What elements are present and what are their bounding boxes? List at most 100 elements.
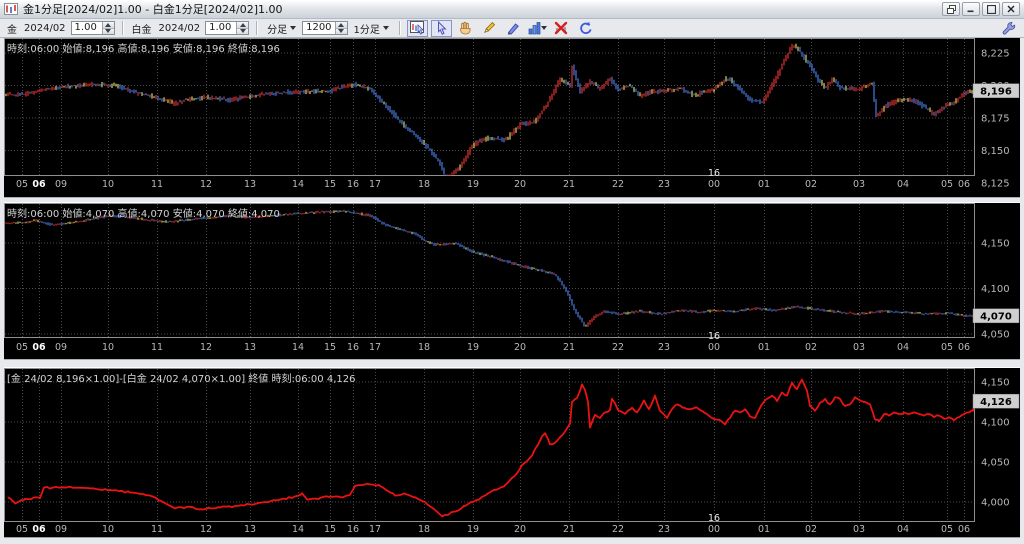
svg-text:06: 06 (32, 524, 46, 535)
gold-multiplier-spinner[interactable]: 1.00 (71, 21, 115, 35)
svg-text:8,125: 8,125 (981, 179, 1010, 190)
down-arrow-icon (240, 29, 246, 33)
period-value: 1分足 (354, 21, 380, 36)
bar-chart-menu-button[interactable] (527, 20, 548, 37)
app-icon (4, 3, 18, 15)
platinum-chart-panel[interactable]: 時刻:06:00 始値:4,070 高値:4,070 安値:4,070 終値:4… (4, 203, 1020, 359)
svg-text:4,100: 4,100 (981, 284, 1010, 295)
svg-text:03: 03 (853, 179, 865, 190)
down-arrow-icon (105, 29, 111, 33)
svg-text:04: 04 (897, 524, 909, 535)
toolbar-separator (256, 21, 257, 35)
svg-text:16: 16 (347, 342, 359, 353)
maximize-button[interactable] (982, 2, 1000, 16)
spinner-arrows[interactable] (335, 22, 347, 34)
marker-pen-button[interactable] (503, 20, 524, 37)
svg-text:23: 23 (658, 342, 670, 353)
svg-text:14: 14 (292, 179, 304, 190)
refresh-button[interactable] (575, 20, 596, 37)
chevron-down-icon (290, 26, 296, 30)
spin-down-button[interactable] (237, 28, 248, 35)
select-arrow-button[interactable] (431, 20, 452, 37)
bar-count-value[interactable]: 1200 (303, 22, 334, 34)
spinner-arrows[interactable] (236, 22, 248, 34)
svg-text:4,100: 4,100 (981, 418, 1010, 429)
interval-type-dropdown[interactable]: 分足 (264, 20, 299, 37)
svg-text:14: 14 (292, 524, 304, 535)
minimize-button[interactable] (962, 2, 980, 16)
svg-text:09: 09 (55, 342, 67, 353)
svg-text:18: 18 (418, 179, 430, 190)
svg-text:15: 15 (324, 342, 336, 353)
svg-text:21: 21 (563, 342, 575, 353)
chart-cursor-button[interactable] (407, 20, 428, 37)
platinum-label: 白金 (130, 21, 154, 36)
settings-wrench-icon (1001, 21, 1016, 36)
gold-chart-panel[interactable]: 時刻:06:00 始値:8,196 高値:8,196 安値:8,196 終値:8… (4, 38, 1020, 197)
new-window-button[interactable] (942, 2, 960, 16)
up-arrow-icon (105, 23, 111, 27)
platinum-multiplier-spinner[interactable]: 1.00 (205, 21, 249, 35)
spin-down-button[interactable] (103, 28, 114, 35)
toolbar: 金 2024/02 1.00 白金 2024/02 1.00 分足 1200 1… (0, 19, 1024, 38)
svg-text:13: 13 (244, 342, 256, 353)
svg-text:19: 19 (467, 342, 479, 353)
gold-multiplier-value[interactable]: 1.00 (72, 22, 102, 34)
svg-text:02: 02 (805, 179, 817, 190)
pencil-icon (482, 21, 496, 35)
svg-text:00: 00 (708, 179, 720, 190)
svg-text:19: 19 (467, 179, 479, 190)
svg-text:18: 18 (418, 342, 430, 353)
svg-text:05: 05 (16, 179, 28, 190)
svg-text:16: 16 (347, 524, 359, 535)
svg-text:01: 01 (758, 342, 770, 353)
svg-text:4,150: 4,150 (981, 378, 1010, 389)
pan-hand-button[interactable] (455, 20, 476, 37)
pencil-button[interactable] (479, 20, 500, 37)
svg-text:8,196: 8,196 (980, 87, 1012, 98)
svg-text:01: 01 (758, 524, 770, 535)
toolbar-separator (399, 21, 400, 35)
period-dropdown[interactable]: 1分足 (351, 20, 392, 37)
svg-text:20: 20 (514, 524, 526, 535)
svg-text:8,150: 8,150 (981, 146, 1010, 157)
svg-text:06: 06 (958, 179, 970, 190)
interval-type-value: 分足 (267, 21, 287, 36)
spin-down-button[interactable] (336, 28, 347, 35)
svg-text:05: 05 (16, 524, 28, 535)
clear-drawings-button[interactable] (551, 20, 572, 37)
title-bar[interactable]: 金1分足[2024/02]1.00 - 白金1分足[2024/02]1.00 (0, 0, 1024, 19)
minimize-icon (967, 5, 975, 13)
svg-text:14: 14 (292, 342, 304, 353)
chevron-down-icon (383, 26, 389, 30)
marker-pen-icon (506, 21, 520, 35)
svg-text:13: 13 (244, 179, 256, 190)
spread-chart-panel[interactable]: [金 24/02 8,196×1.00]-[白金 24/02 4,070×1.0… (4, 368, 1020, 537)
close-icon (1007, 5, 1015, 13)
svg-text:03: 03 (853, 342, 865, 353)
up-arrow-icon (240, 23, 246, 27)
panel-splitter[interactable] (4, 359, 1020, 368)
gold-label: 金 (5, 21, 19, 36)
platinum-multiplier-value[interactable]: 1.00 (206, 22, 236, 34)
svg-text:16: 16 (708, 168, 720, 179)
svg-text:09: 09 (55, 524, 67, 535)
svg-text:12: 12 (200, 179, 212, 190)
svg-text:06: 06 (32, 342, 46, 353)
svg-text:09: 09 (55, 179, 67, 190)
close-button[interactable] (1002, 2, 1020, 16)
svg-text:11: 11 (151, 524, 163, 535)
maximize-icon (987, 5, 996, 14)
bar-count-spinner[interactable]: 1200 (302, 21, 347, 35)
settings-wrench-button[interactable] (998, 20, 1019, 37)
window-title: 金1分足[2024/02]1.00 - 白金1分足[2024/02]1.00 (23, 1, 942, 17)
svg-text:10: 10 (102, 524, 114, 535)
select-arrow-icon (435, 21, 448, 35)
svg-text:20: 20 (514, 342, 526, 353)
svg-text:21: 21 (563, 524, 575, 535)
svg-text:22: 22 (612, 524, 624, 535)
svg-text:12: 12 (200, 524, 212, 535)
spinner-arrows[interactable] (102, 22, 114, 34)
platinum-month-label: 2024/02 (157, 23, 203, 34)
app-window: { "window": { "title": "金1分足[2024/02]1.0… (0, 0, 1024, 544)
